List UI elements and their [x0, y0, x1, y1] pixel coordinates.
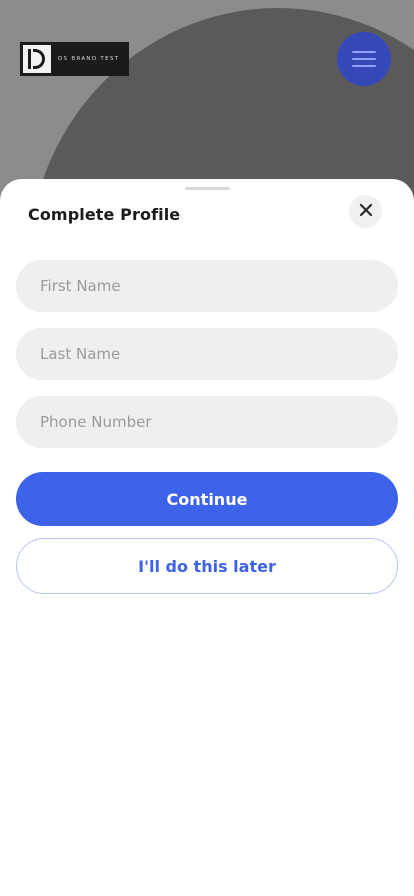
- sheet-grabber[interactable]: [185, 187, 230, 190]
- sheet-title: Complete Profile: [28, 205, 181, 224]
- phone-number-input[interactable]: [16, 396, 398, 448]
- complete-profile-sheet: Complete Profile Continue I'll do this l…: [0, 179, 414, 896]
- brand-logo[interactable]: DS BRAND TEST: [20, 42, 129, 76]
- close-button[interactable]: [349, 195, 382, 228]
- menu-button[interactable]: [337, 32, 391, 86]
- close-icon: [359, 202, 373, 221]
- hamburger-menu-icon: [351, 49, 377, 69]
- last-name-input[interactable]: [16, 328, 398, 380]
- first-name-input[interactable]: [16, 260, 398, 312]
- logo-mark: [23, 45, 51, 73]
- do-later-button[interactable]: I'll do this later: [16, 538, 398, 594]
- continue-button[interactable]: Continue: [16, 472, 398, 526]
- logo-text: DS BRAND TEST: [58, 56, 120, 62]
